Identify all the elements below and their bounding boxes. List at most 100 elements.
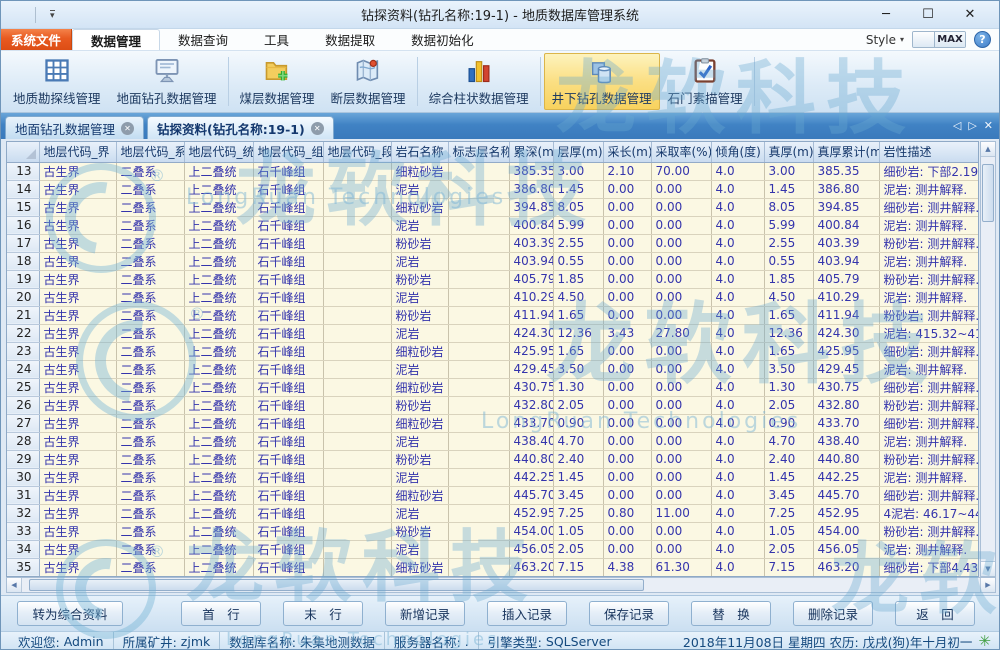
table-cell[interactable]: 二叠系 <box>116 234 184 252</box>
table-cell[interactable]: 古生界 <box>39 468 116 486</box>
table-cell[interactable]: 泥岩 <box>391 540 448 558</box>
table-cell[interactable]: 细砂岩: 测井解释. <box>879 378 979 396</box>
table-cell[interactable]: 440.80 <box>509 450 553 468</box>
table-cell[interactable]: 二叠系 <box>116 270 184 288</box>
row-number-cell[interactable]: 17 <box>7 234 39 252</box>
table-cell[interactable]: 0.00 <box>603 252 651 270</box>
table-cell[interactable]: 454.00 <box>813 522 879 540</box>
table-cell[interactable]: 泥岩: 测井解释. <box>879 288 979 306</box>
table-cell[interactable]: 429.45 <box>509 360 553 378</box>
table-cell[interactable]: 古生界 <box>39 360 116 378</box>
menu-item-tools[interactable]: 工具 <box>246 29 307 50</box>
table-cell[interactable]: 石千峰组 <box>253 342 323 360</box>
table-row[interactable]: 32古生界二叠系上二叠统石千峰组泥岩452.957.250.8011.004.0… <box>7 504 979 522</box>
row-number-cell[interactable]: 18 <box>7 252 39 270</box>
table-cell[interactable]: 古生界 <box>39 162 116 180</box>
max-toggle-blank[interactable] <box>913 32 935 47</box>
table-cell[interactable]: 438.40 <box>813 432 879 450</box>
table-cell[interactable]: 394.85 <box>509 198 553 216</box>
table-cell[interactable]: 0.00 <box>651 396 711 414</box>
table-cell[interactable]: 0.00 <box>603 414 651 432</box>
table-row[interactable]: 33古生界二叠系上二叠统石千峰组粉砂岩454.001.050.000.004.0… <box>7 522 979 540</box>
tab-close-icon[interactable]: ✕ <box>121 122 134 135</box>
table-row[interactable]: 31古生界二叠系上二叠统石千峰组细粒砂岩445.703.450.000.004.… <box>7 486 979 504</box>
column-header[interactable]: 真厚累计(m) <box>813 142 879 162</box>
table-cell[interactable]: 4.0 <box>711 180 764 198</box>
column-header[interactable]: 地层代码_段 <box>323 142 391 162</box>
table-cell[interactable]: 0.00 <box>603 432 651 450</box>
column-header[interactable]: 地层代码_界 <box>39 142 116 162</box>
table-cell[interactable]: 古生界 <box>39 414 116 432</box>
delete-record-button[interactable]: 删除记录 <box>793 601 873 626</box>
table-cell[interactable] <box>448 432 509 450</box>
table-cell[interactable]: 细砂岩: 测井解释. <box>879 342 979 360</box>
table-cell[interactable]: 2.05 <box>553 540 603 558</box>
tab-close-icon[interactable]: ✕ <box>311 122 324 135</box>
table-row[interactable]: 29古生界二叠系上二叠统石千峰组粉砂岩440.802.400.000.004.0… <box>7 450 979 468</box>
column-header[interactable]: 层厚(m) <box>553 142 603 162</box>
table-cell[interactable]: 二叠系 <box>116 342 184 360</box>
table-cell[interactable]: 二叠系 <box>116 432 184 450</box>
table-cell[interactable]: 4.0 <box>711 306 764 324</box>
table-cell[interactable] <box>448 558 509 576</box>
table-cell[interactable]: 细砂岩: 下部2.19米 <box>879 162 979 180</box>
table-cell[interactable] <box>323 540 391 558</box>
table-row[interactable]: 25古生界二叠系上二叠统石千峰组细粒砂岩430.751.300.000.004.… <box>7 378 979 396</box>
table-cell[interactable]: 0.00 <box>603 468 651 486</box>
table-cell[interactable]: 442.25 <box>813 468 879 486</box>
table-cell[interactable]: 8.05 <box>553 198 603 216</box>
table-cell[interactable] <box>323 558 391 576</box>
table-cell[interactable]: 0.80 <box>603 504 651 522</box>
menu-item-data-extract[interactable]: 数据提取 <box>307 29 393 50</box>
column-header[interactable]: 真厚(m) <box>764 142 813 162</box>
table-cell[interactable]: 二叠系 <box>116 198 184 216</box>
table-cell[interactable]: 394.85 <box>813 198 879 216</box>
table-cell[interactable]: 泥岩 <box>391 504 448 522</box>
table-cell[interactable]: 上二叠统 <box>184 198 253 216</box>
table-cell[interactable]: 古生界 <box>39 234 116 252</box>
table-cell[interactable]: 4.0 <box>711 198 764 216</box>
table-cell[interactable]: 古生界 <box>39 252 116 270</box>
table-cell[interactable]: 3.43 <box>603 324 651 342</box>
table-cell[interactable]: 424.30 <box>813 324 879 342</box>
table-cell[interactable]: 433.70 <box>813 414 879 432</box>
table-cell[interactable] <box>448 414 509 432</box>
table-cell[interactable]: 1.45 <box>553 180 603 198</box>
table-cell[interactable]: 3.45 <box>553 486 603 504</box>
table-cell[interactable] <box>448 486 509 504</box>
table-cell[interactable]: 粉砂岩: 测井解释. <box>879 522 979 540</box>
table-cell[interactable]: 古生界 <box>39 396 116 414</box>
scroll-up-icon[interactable]: ▲ <box>981 142 995 157</box>
table-cell[interactable]: 粉砂岩 <box>391 306 448 324</box>
table-cell[interactable]: 石千峰组 <box>253 378 323 396</box>
table-cell[interactable]: 0.00 <box>603 342 651 360</box>
table-cell[interactable]: 上二叠统 <box>184 270 253 288</box>
table-cell[interactable]: 古生界 <box>39 180 116 198</box>
table-cell[interactable]: 古生界 <box>39 432 116 450</box>
tab-drilling-data[interactable]: 钻探资料(钻孔名称:19-1) ✕ <box>147 116 334 139</box>
table-cell[interactable]: 452.95 <box>813 504 879 522</box>
toolbar-button-fault[interactable]: 断层数据管理 <box>323 53 414 110</box>
table-cell[interactable]: 上二叠统 <box>184 540 253 558</box>
table-cell[interactable]: 4.38 <box>603 558 651 576</box>
table-cell[interactable] <box>323 324 391 342</box>
table-cell[interactable]: 粉砂岩: 测井解释. <box>879 450 979 468</box>
table-cell[interactable]: 4.70 <box>764 432 813 450</box>
table-cell[interactable]: 4.0 <box>711 252 764 270</box>
row-number-cell[interactable]: 26 <box>7 396 39 414</box>
table-cell[interactable]: 古生界 <box>39 198 116 216</box>
table-cell[interactable] <box>323 504 391 522</box>
table-cell[interactable] <box>323 162 391 180</box>
table-cell[interactable]: 4泥岩: 46.17~446. <box>879 504 979 522</box>
table-cell[interactable]: 2.05 <box>553 396 603 414</box>
table-cell[interactable]: 粉砂岩 <box>391 270 448 288</box>
toolbar-button-rock-gate-sketch[interactable]: 石门素描管理 <box>660 53 751 110</box>
table-cell[interactable]: 456.05 <box>509 540 553 558</box>
row-number-cell[interactable]: 35 <box>7 558 39 576</box>
table-cell[interactable]: 上二叠统 <box>184 396 253 414</box>
table-cell[interactable]: 上二叠统 <box>184 522 253 540</box>
table-cell[interactable] <box>323 288 391 306</box>
table-cell[interactable]: 2.05 <box>764 396 813 414</box>
table-cell[interactable]: 石千峰组 <box>253 162 323 180</box>
table-cell[interactable]: 0.00 <box>651 252 711 270</box>
